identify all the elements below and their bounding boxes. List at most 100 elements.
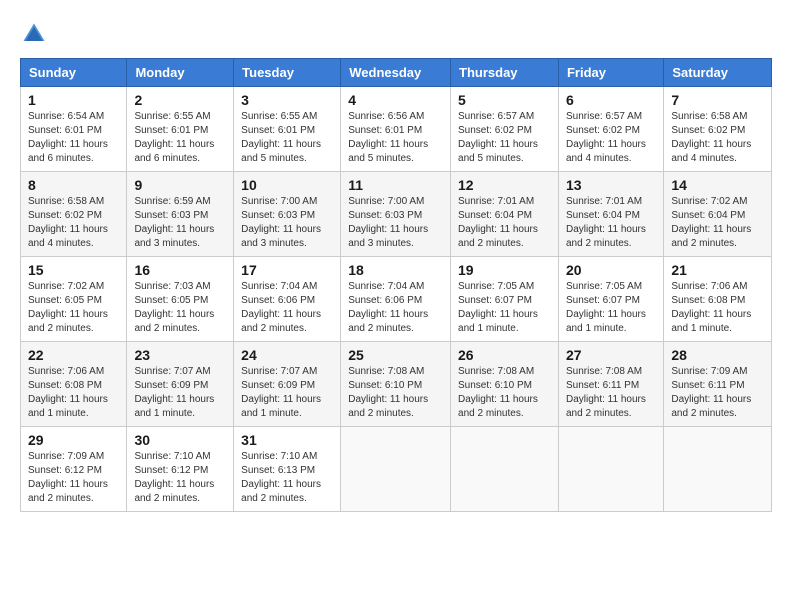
day-number: 12	[458, 177, 551, 193]
day-info: Sunrise: 6:54 AMSunset: 6:01 PMDaylight:…	[28, 110, 119, 166]
day-cell: 30 Sunrise: 7:10 AMSunset: 6:12 PMDayligh…	[127, 427, 234, 512]
week-row-5: 29 Sunrise: 7:09 AMSunset: 6:12 PMDayligh…	[21, 427, 772, 512]
week-row-3: 15Sunrise: 7:02 AMSunset: 6:05 PMDayligh…	[21, 257, 772, 342]
day-info: Sunrise: 7:00 AMSunset: 6:03 PMDaylight:…	[241, 195, 333, 251]
day-number: 3	[241, 92, 333, 108]
day-info: Sunrise: 7:01 AMSunset: 6:04 PMDaylight:…	[458, 195, 551, 251]
day-info: Sunrise: 7:07 AMSunset: 6:09 PMDaylight:…	[134, 365, 226, 421]
day-cell: 27 Sunrise: 7:08 AMSunset: 6:11 PMDayligh…	[558, 342, 663, 427]
header-cell-friday: Friday	[558, 59, 663, 87]
day-number: 24	[241, 347, 333, 363]
header-cell-sunday: Sunday	[21, 59, 127, 87]
day-number: 17	[241, 262, 333, 278]
day-number: 22	[28, 347, 119, 363]
day-cell: 28 Sunrise: 7:09 AMSunset: 6:11 PMDayligh…	[664, 342, 772, 427]
week-row-1: 1 Sunrise: 6:54 AMSunset: 6:01 PMDaylight…	[21, 87, 772, 172]
header-cell-wednesday: Wednesday	[341, 59, 451, 87]
day-cell: 15Sunrise: 7:02 AMSunset: 6:05 PMDayligh…	[21, 257, 127, 342]
day-info: Sunrise: 7:10 AMSunset: 6:13 PMDaylight:…	[241, 450, 333, 506]
day-number: 23	[134, 347, 226, 363]
day-cell: 14 Sunrise: 7:02 AMSunset: 6:04 PMDayligh…	[664, 172, 772, 257]
day-number: 29	[28, 432, 119, 448]
day-info: Sunrise: 7:07 AMSunset: 6:09 PMDaylight:…	[241, 365, 333, 421]
day-info: Sunrise: 6:56 AMSunset: 6:01 PMDaylight:…	[348, 110, 443, 166]
day-cell: 23 Sunrise: 7:07 AMSunset: 6:09 PMDayligh…	[127, 342, 234, 427]
day-info: Sunrise: 7:09 AMSunset: 6:12 PMDaylight:…	[28, 450, 119, 506]
day-info: Sunrise: 7:10 AMSunset: 6:12 PMDaylight:…	[134, 450, 226, 506]
day-info: Sunrise: 6:58 AMSunset: 6:02 PMDaylight:…	[28, 195, 119, 251]
day-cell: 5Sunrise: 6:57 AMSunset: 6:02 PMDaylight…	[451, 87, 559, 172]
header-cell-thursday: Thursday	[451, 59, 559, 87]
day-cell: 31 Sunrise: 7:10 AMSunset: 6:13 PMDayligh…	[234, 427, 341, 512]
day-cell: 12 Sunrise: 7:01 AMSunset: 6:04 PMDayligh…	[451, 172, 559, 257]
day-info: Sunrise: 6:55 AMSunset: 6:01 PMDaylight:…	[134, 110, 226, 166]
day-cell: 22 Sunrise: 7:06 AMSunset: 6:08 PMDayligh…	[21, 342, 127, 427]
calendar-table: SundayMondayTuesdayWednesdayThursdayFrid…	[20, 58, 772, 512]
day-number: 19	[458, 262, 551, 278]
day-number: 4	[348, 92, 443, 108]
day-info: Sunrise: 7:06 AMSunset: 6:08 PMDaylight:…	[28, 365, 119, 421]
day-info: Sunrise: 7:01 AMSunset: 6:04 PMDaylight:…	[566, 195, 656, 251]
day-info: Sunrise: 6:55 AMSunset: 6:01 PMDaylight:…	[241, 110, 333, 166]
day-info: Sunrise: 6:57 AMSunset: 6:02 PMDaylight:…	[458, 110, 551, 166]
day-cell: 21Sunrise: 7:06 AMSunset: 6:08 PMDayligh…	[664, 257, 772, 342]
header-cell-monday: Monday	[127, 59, 234, 87]
day-info: Sunrise: 7:02 AMSunset: 6:05 PMDaylight:…	[28, 280, 119, 336]
day-cell	[558, 427, 663, 512]
day-cell: 9Sunrise: 6:59 AMSunset: 6:03 PMDaylight…	[127, 172, 234, 257]
day-cell: 7 Sunrise: 6:58 AMSunset: 6:02 PMDaylight…	[664, 87, 772, 172]
day-cell: 2 Sunrise: 6:55 AMSunset: 6:01 PMDaylight…	[127, 87, 234, 172]
day-cell	[451, 427, 559, 512]
day-number: 14	[671, 177, 764, 193]
day-info: Sunrise: 7:08 AMSunset: 6:11 PMDaylight:…	[566, 365, 656, 421]
calendar-body: 1 Sunrise: 6:54 AMSunset: 6:01 PMDaylight…	[21, 87, 772, 512]
day-cell: 11Sunrise: 7:00 AMSunset: 6:03 PMDayligh…	[341, 172, 451, 257]
logo-icon	[20, 20, 48, 48]
day-cell: 17 Sunrise: 7:04 AMSunset: 6:06 PMDayligh…	[234, 257, 341, 342]
calendar-header: SundayMondayTuesdayWednesdayThursdayFrid…	[21, 59, 772, 87]
day-info: Sunrise: 7:02 AMSunset: 6:04 PMDaylight:…	[671, 195, 764, 251]
day-number: 2	[134, 92, 226, 108]
day-info: Sunrise: 7:08 AMSunset: 6:10 PMDaylight:…	[458, 365, 551, 421]
day-number: 6	[566, 92, 656, 108]
day-number: 20	[566, 262, 656, 278]
day-cell	[664, 427, 772, 512]
day-number: 27	[566, 347, 656, 363]
day-cell: 29 Sunrise: 7:09 AMSunset: 6:12 PMDayligh…	[21, 427, 127, 512]
day-cell: 4 Sunrise: 6:56 AMSunset: 6:01 PMDaylight…	[341, 87, 451, 172]
day-number: 8	[28, 177, 119, 193]
day-number: 13	[566, 177, 656, 193]
day-info: Sunrise: 6:58 AMSunset: 6:02 PMDaylight:…	[671, 110, 764, 166]
day-cell: 6 Sunrise: 6:57 AMSunset: 6:02 PMDaylight…	[558, 87, 663, 172]
day-info: Sunrise: 7:04 AMSunset: 6:06 PMDaylight:…	[348, 280, 443, 336]
week-row-4: 22 Sunrise: 7:06 AMSunset: 6:08 PMDayligh…	[21, 342, 772, 427]
day-info: Sunrise: 7:03 AMSunset: 6:05 PMDaylight:…	[134, 280, 226, 336]
day-info: Sunrise: 6:57 AMSunset: 6:02 PMDaylight:…	[566, 110, 656, 166]
day-info: Sunrise: 7:00 AMSunset: 6:03 PMDaylight:…	[348, 195, 443, 251]
day-info: Sunrise: 7:09 AMSunset: 6:11 PMDaylight:…	[671, 365, 764, 421]
day-info: Sunrise: 6:59 AMSunset: 6:03 PMDaylight:…	[134, 195, 226, 251]
logo	[20, 20, 52, 48]
day-number: 16	[134, 262, 226, 278]
day-cell: 8 Sunrise: 6:58 AMSunset: 6:02 PMDaylight…	[21, 172, 127, 257]
calendar-page: SundayMondayTuesdayWednesdayThursdayFrid…	[20, 20, 772, 512]
day-cell	[341, 427, 451, 512]
day-cell: 3 Sunrise: 6:55 AMSunset: 6:01 PMDaylight…	[234, 87, 341, 172]
day-number: 18	[348, 262, 443, 278]
page-header	[20, 20, 772, 48]
day-cell: 20Sunrise: 7:05 AMSunset: 6:07 PMDayligh…	[558, 257, 663, 342]
day-info: Sunrise: 7:06 AMSunset: 6:08 PMDaylight:…	[671, 280, 764, 336]
day-number: 28	[671, 347, 764, 363]
day-number: 26	[458, 347, 551, 363]
day-number: 10	[241, 177, 333, 193]
day-cell: 24 Sunrise: 7:07 AMSunset: 6:09 PMDayligh…	[234, 342, 341, 427]
day-number: 30	[134, 432, 226, 448]
day-number: 1	[28, 92, 119, 108]
day-number: 7	[671, 92, 764, 108]
day-info: Sunrise: 7:05 AMSunset: 6:07 PMDaylight:…	[458, 280, 551, 336]
day-cell: 18 Sunrise: 7:04 AMSunset: 6:06 PMDayligh…	[341, 257, 451, 342]
day-info: Sunrise: 7:04 AMSunset: 6:06 PMDaylight:…	[241, 280, 333, 336]
day-number: 31	[241, 432, 333, 448]
day-info: Sunrise: 7:08 AMSunset: 6:10 PMDaylight:…	[348, 365, 443, 421]
day-cell: 13 Sunrise: 7:01 AMSunset: 6:04 PMDayligh…	[558, 172, 663, 257]
